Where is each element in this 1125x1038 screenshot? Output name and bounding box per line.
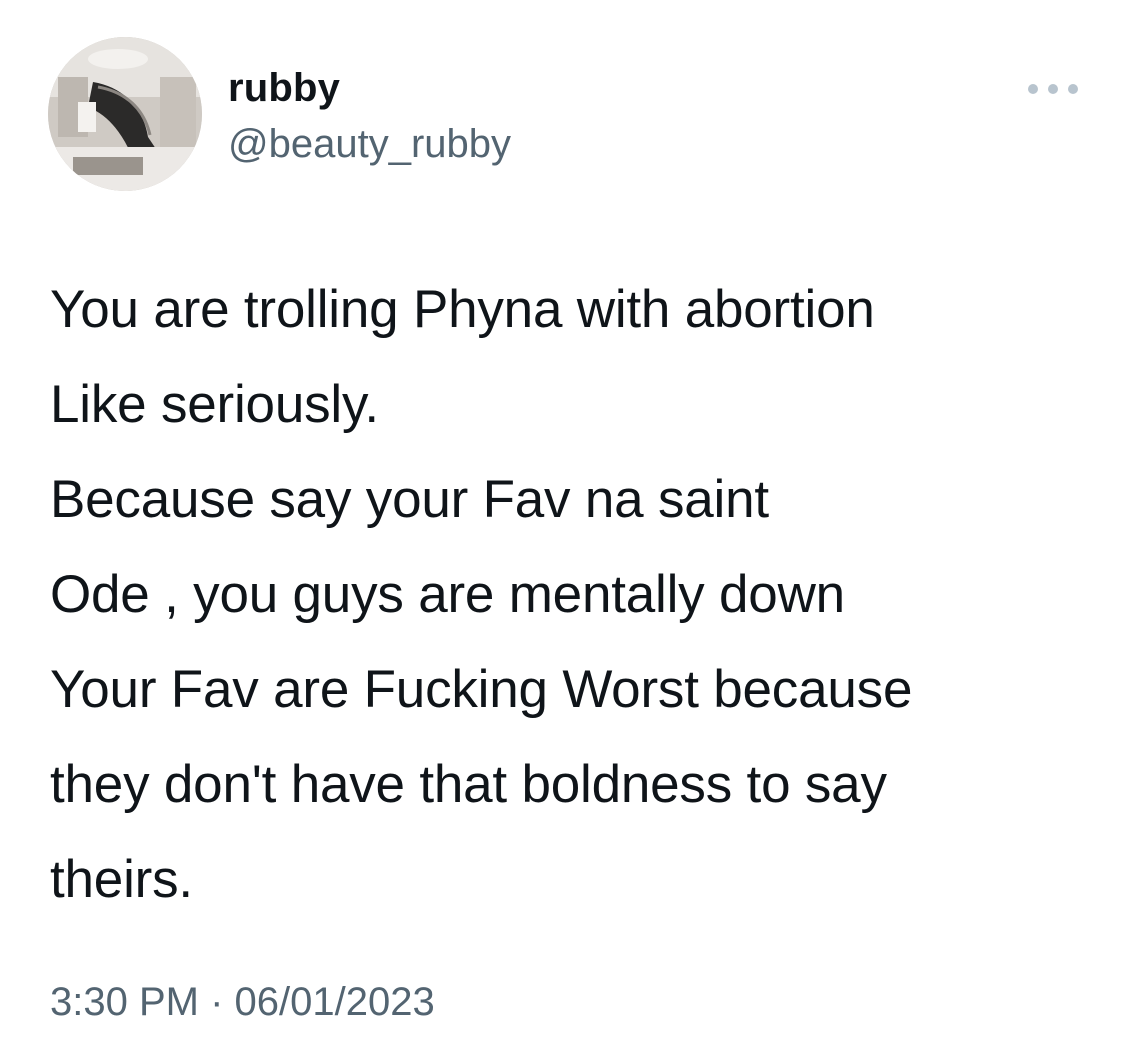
tweet-line: Like seriously. xyxy=(50,375,379,434)
author-display-name[interactable]: rubby xyxy=(228,64,340,112)
more-dot xyxy=(1048,84,1058,94)
tweet-line: they don't have that boldness to say xyxy=(50,755,887,814)
author-handle[interactable]: @beauty_rubby xyxy=(228,120,511,168)
tweet-text: You are trolling Phyna with abortion Lik… xyxy=(50,262,1100,927)
avatar[interactable] xyxy=(48,37,202,191)
tweet-timestamp[interactable]: 3:30 PM · 06/01/2023 xyxy=(50,978,435,1026)
more-dot xyxy=(1028,84,1038,94)
tweet-line: theirs. xyxy=(50,850,193,909)
tweet-line: Because say your Fav na saint xyxy=(50,470,769,529)
tweet-line: Your Fav are Fucking Worst because xyxy=(50,660,913,719)
more-dot xyxy=(1068,84,1078,94)
avatar-photo-icon xyxy=(48,37,202,191)
tweet-line: Ode , you guys are mentally down xyxy=(50,565,845,624)
more-options-icon[interactable] xyxy=(1028,74,1078,104)
tweet-line: You are trolling Phyna with abortion xyxy=(50,280,875,339)
